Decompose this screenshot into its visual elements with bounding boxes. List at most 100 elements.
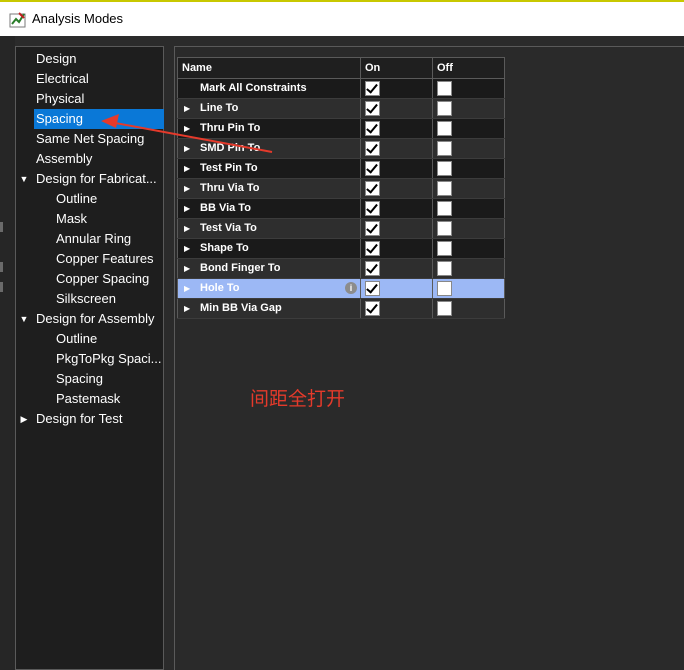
grid-cell-name[interactable]: ▶ Thru Via To (177, 178, 361, 199)
triangle-right-icon[interactable]: ▶ (184, 299, 190, 318)
off-checkbox[interactable] (437, 241, 452, 256)
tree-panel[interactable]: Design Electrical Physical Spacing Same Net … (15, 46, 165, 670)
tree-item[interactable]: Physical (34, 89, 165, 109)
grid-cell-name[interactable]: ▶ Test Via To (177, 218, 361, 239)
tree-item[interactable]: Copper Features (54, 249, 165, 269)
on-checkbox[interactable] (365, 301, 380, 316)
on-checkbox[interactable] (365, 81, 380, 96)
tree-item[interactable]: Outline (54, 189, 165, 209)
grid-cell-name[interactable]: ▶ SMD Pin To (177, 138, 361, 159)
column-header-on[interactable]: On (360, 57, 433, 79)
on-checkbox[interactable] (365, 101, 380, 116)
on-checkbox[interactable] (365, 161, 380, 176)
off-checkbox[interactable] (437, 221, 452, 236)
grid-cell-name[interactable]: ▶ Thru Pin To (177, 118, 361, 139)
grid-cell-name[interactable]: ▶ Min BB Via Gap (177, 298, 361, 319)
grid-row[interactable]: ▶ Shape To (177, 238, 505, 259)
grid-cell-on (360, 198, 433, 219)
grid-row[interactable]: ▶ Line To (177, 98, 505, 119)
tree-item[interactable]: ▼ Design for Assembly (20, 309, 165, 329)
tree-item[interactable]: Pastemask (54, 389, 165, 409)
tree-item[interactable]: Outline (54, 329, 165, 349)
tree-item-label: Spacing (36, 111, 83, 126)
grid-row[interactable]: ▶ Min BB Via Gap (177, 298, 505, 319)
tree-item[interactable]: ▼ Design for Fabricat... (20, 169, 165, 189)
grid-cell-name[interactable]: Mark All Constraints (177, 78, 361, 99)
tree-item[interactable]: Copper Spacing (54, 269, 165, 289)
edge-tick (0, 262, 3, 272)
off-checkbox[interactable] (437, 121, 452, 136)
on-checkbox[interactable] (365, 281, 380, 296)
on-checkbox[interactable] (365, 261, 380, 276)
triangle-right-icon[interactable]: ▶ (18, 409, 30, 429)
panel-splitter[interactable] (164, 46, 174, 670)
grid-cell-name[interactable]: ▶ BB Via To (177, 198, 361, 219)
tree-item[interactable]: Annular Ring (54, 229, 165, 249)
on-checkbox[interactable] (365, 141, 380, 156)
triangle-down-icon[interactable]: ▼ (18, 169, 30, 189)
off-checkbox[interactable] (437, 301, 452, 316)
tree-item[interactable]: Spacing (34, 109, 165, 129)
triangle-down-icon[interactable]: ▼ (18, 309, 30, 329)
tree-item[interactable]: Same Net Spacing (34, 129, 165, 149)
tree-item[interactable]: Spacing (54, 369, 165, 389)
grid-row[interactable]: ▶ SMD Pin To (177, 138, 505, 159)
grid-cell-name[interactable]: ▶ Shape To (177, 238, 361, 259)
on-checkbox[interactable] (365, 221, 380, 236)
off-checkbox[interactable] (437, 261, 452, 276)
off-checkbox[interactable] (437, 161, 452, 176)
off-checkbox[interactable] (437, 141, 452, 156)
tree-item[interactable]: Design (34, 49, 165, 69)
off-checkbox[interactable] (437, 181, 452, 196)
grid-row-label: Hole To (200, 282, 240, 294)
on-checkbox[interactable] (365, 121, 380, 136)
off-checkbox[interactable] (437, 101, 452, 116)
triangle-right-icon[interactable]: ▶ (184, 219, 190, 238)
grid-row[interactable]: Mark All Constraints (177, 78, 505, 99)
grid-row-label: BB Via To (200, 202, 251, 214)
tree-item-label: Outline (56, 191, 98, 206)
column-header-name[interactable]: Name (177, 57, 361, 79)
grid-cell-name[interactable]: ▶ Bond Finger To (177, 258, 361, 279)
triangle-right-icon[interactable]: ▶ (184, 199, 190, 218)
triangle-right-icon[interactable]: ▶ (184, 179, 190, 198)
triangle-right-icon[interactable]: ▶ (184, 239, 190, 258)
grid-row[interactable]: ▶ Test Via To (177, 218, 505, 239)
on-checkbox[interactable] (365, 181, 380, 196)
off-checkbox[interactable] (437, 281, 452, 296)
triangle-right-icon[interactable]: ▶ (184, 139, 190, 158)
grid-row-label: SMD Pin To (200, 142, 261, 154)
grid-row[interactable]: ▶ Thru Via To (177, 178, 505, 199)
grid-row[interactable]: ▶ Hole To i (177, 278, 505, 299)
triangle-right-icon[interactable]: ▶ (184, 119, 190, 138)
tree-item-label: Outline (56, 331, 98, 346)
tree-item-label: Physical (36, 91, 85, 106)
column-header-off[interactable]: Off (432, 57, 505, 79)
grid-row-label: Shape To (200, 242, 249, 254)
on-checkbox[interactable] (365, 241, 380, 256)
off-checkbox[interactable] (437, 81, 452, 96)
grid-cell-name[interactable]: ▶ Test Pin To (177, 158, 361, 179)
tree-item[interactable]: Electrical (34, 69, 165, 89)
tree-item[interactable]: Assembly (34, 149, 165, 169)
tree-item[interactable]: PkgToPkg Spaci... (54, 349, 165, 369)
triangle-right-icon[interactable]: ▶ (184, 99, 190, 118)
triangle-right-icon[interactable]: ▶ (184, 279, 190, 298)
grid-row[interactable]: ▶ Test Pin To (177, 158, 505, 179)
grid-row[interactable]: ▶ BB Via To (177, 198, 505, 219)
tree-item[interactable]: ▶ Design for Test (21, 409, 165, 429)
grid-row[interactable]: ▶ Thru Pin To (177, 118, 505, 139)
off-checkbox[interactable] (437, 201, 452, 216)
grid-cell-name[interactable]: ▶ Line To (177, 98, 361, 119)
on-checkbox[interactable] (365, 201, 380, 216)
grid-row[interactable]: ▶ Bond Finger To (177, 258, 505, 279)
tree-item-label: Pastemask (56, 391, 121, 406)
triangle-right-icon[interactable]: ▶ (184, 259, 190, 278)
grid-cell-name[interactable]: ▶ Hole To i (177, 278, 361, 299)
info-icon[interactable]: i (345, 282, 357, 294)
triangle-right-icon[interactable]: ▶ (184, 159, 190, 178)
tree-item[interactable]: Mask (54, 209, 165, 229)
grid-row-label: Thru Via To (200, 182, 260, 194)
tree-item[interactable]: Silkscreen (54, 289, 165, 309)
edge-tick (0, 222, 3, 232)
